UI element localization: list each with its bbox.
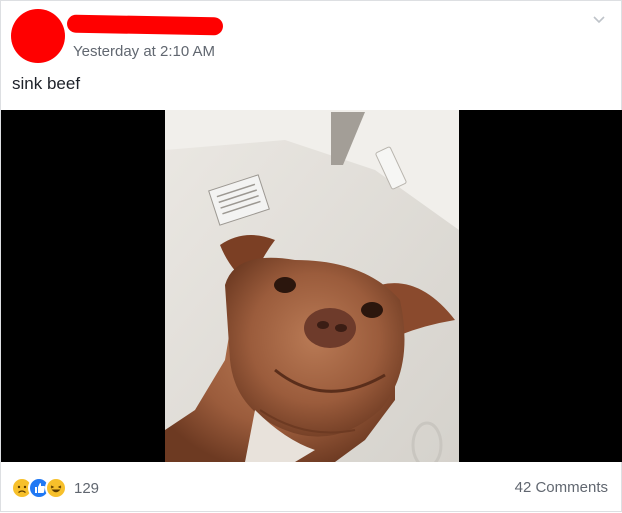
author-avatar-redacted[interactable] bbox=[11, 9, 65, 63]
post-text: sink beef bbox=[12, 74, 81, 93]
post-footer: 129 42 Comments bbox=[1, 463, 622, 513]
haha-icon bbox=[45, 477, 67, 499]
chevron-down-icon[interactable] bbox=[591, 11, 607, 27]
post-photo-frame[interactable] bbox=[1, 110, 622, 462]
comments-count-link[interactable]: 42 Comments bbox=[515, 479, 608, 496]
reaction-count[interactable]: 129 bbox=[74, 480, 99, 497]
author-name-redacted[interactable] bbox=[66, 14, 224, 36]
feed-post: Yesterday at 2:10 AM sink beef 129 42 Co… bbox=[0, 0, 622, 512]
dog-photo[interactable] bbox=[165, 110, 459, 462]
post-timestamp[interactable]: Yesterday at 2:10 AM bbox=[73, 43, 215, 60]
reactions-summary[interactable]: 129 bbox=[11, 477, 99, 499]
